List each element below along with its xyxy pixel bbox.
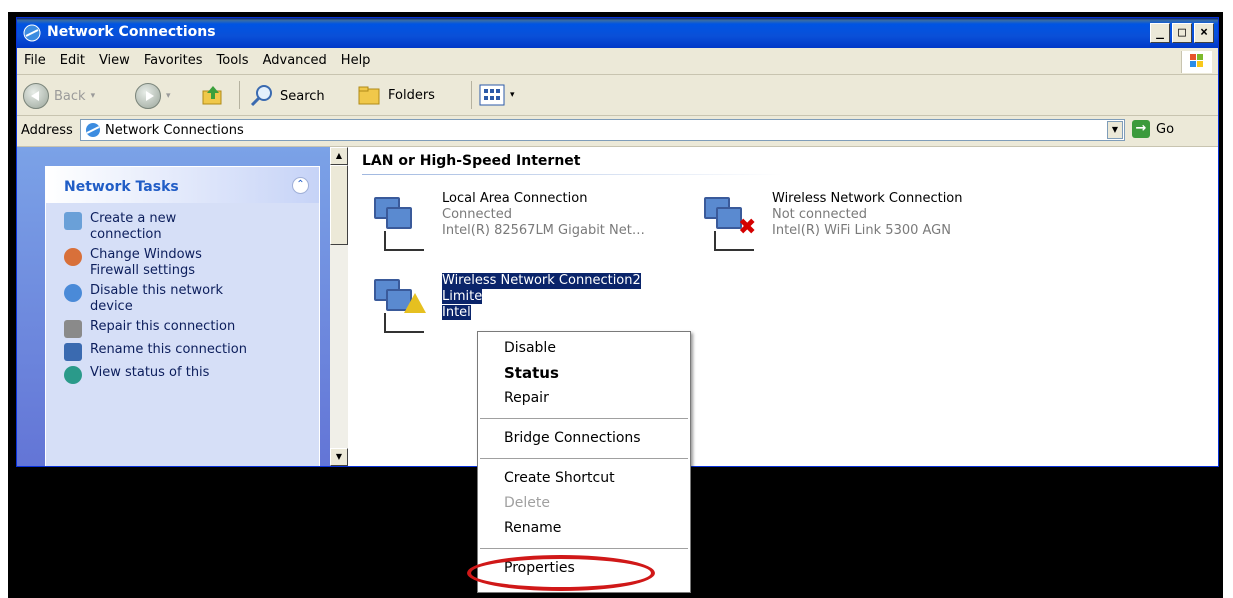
connection-status: Limite bbox=[442, 289, 483, 304]
menu-file[interactable]: File bbox=[17, 49, 53, 68]
close-button[interactable]: × bbox=[1194, 23, 1214, 43]
folders-button[interactable]: Folders bbox=[357, 83, 435, 107]
scroll-thumb[interactable] bbox=[330, 165, 348, 245]
task-label: View status of this bbox=[90, 365, 210, 380]
menu-item-create-shortcut[interactable]: Create Shortcut bbox=[504, 470, 615, 486]
firewall-icon bbox=[64, 248, 82, 266]
menu-item-delete: Delete bbox=[504, 495, 550, 511]
menu-item-bridge-connections[interactable]: Bridge Connections bbox=[504, 430, 641, 446]
back-button[interactable]: Back ▾ bbox=[23, 83, 95, 109]
connection-name: Wireless Network Connection2 bbox=[442, 273, 641, 289]
wireless-connection-limited-icon bbox=[370, 273, 432, 335]
task-firewall[interactable]: Change Windows Firewall settings bbox=[64, 247, 309, 279]
back-label: Back bbox=[54, 88, 86, 104]
menu-item-rename[interactable]: Rename bbox=[504, 520, 561, 536]
task-label: Repair this connection bbox=[90, 319, 236, 334]
menu-tools[interactable]: Tools bbox=[210, 49, 256, 68]
go-arrow-icon: → bbox=[1132, 120, 1150, 138]
search-button[interactable]: Search bbox=[249, 83, 325, 109]
back-arrow-icon bbox=[23, 83, 49, 109]
task-label: Create a new connection bbox=[90, 211, 177, 242]
connection-device: Intel(R) WiFi Link 5300 AGN bbox=[772, 223, 951, 238]
search-label: Search bbox=[280, 88, 325, 104]
go-button[interactable]: → Go bbox=[1132, 120, 1174, 138]
folders-label: Folders bbox=[388, 87, 435, 103]
view-status-icon bbox=[64, 366, 82, 384]
connection-status: Not connected bbox=[772, 207, 867, 222]
task-create-connection[interactable]: Create a new connection bbox=[64, 211, 309, 243]
connection-wireless[interactable]: ✖ Wireless Network Connection Not connec… bbox=[700, 191, 963, 253]
network-connections-icon bbox=[86, 123, 100, 137]
menu-edit[interactable]: Edit bbox=[53, 49, 92, 68]
connection-device: Intel(R) 82567LM Gigabit Net… bbox=[442, 223, 645, 238]
address-label: Address bbox=[21, 123, 73, 138]
window-title: Network Connections bbox=[47, 24, 216, 40]
menu-favorites[interactable]: Favorites bbox=[137, 49, 210, 68]
menu-item-repair[interactable]: Repair bbox=[504, 390, 549, 406]
connection-wireless-2[interactable]: Wireless Network Connection2 Limite Inte… bbox=[370, 273, 641, 335]
views-icon bbox=[479, 84, 505, 106]
maximize-button[interactable]: □ bbox=[1172, 23, 1192, 43]
task-pane: Network Tasks ⌃ Create a new connection … bbox=[17, 147, 330, 466]
network-tasks-panel: Network Tasks ⌃ Create a new connection … bbox=[45, 166, 320, 466]
disconnected-x-icon: ✖ bbox=[738, 215, 757, 240]
address-bar: Address Network Connections ▼ → Go bbox=[17, 116, 1218, 147]
task-label: Disable this network device bbox=[90, 283, 224, 314]
connection-name: Local Area Connection bbox=[442, 191, 588, 206]
minimize-button[interactable]: _ bbox=[1150, 23, 1170, 43]
repair-icon bbox=[64, 320, 82, 338]
highlight-ring bbox=[467, 555, 655, 591]
views-button[interactable]: ▾ bbox=[479, 83, 515, 107]
search-icon bbox=[250, 85, 272, 107]
windows-logo-icon bbox=[1181, 51, 1212, 73]
title-bar[interactable]: Network Connections _ □ × bbox=[17, 18, 1218, 48]
task-repair[interactable]: Repair this connection bbox=[64, 319, 309, 338]
menu-view[interactable]: View bbox=[92, 49, 137, 68]
connection-status: Connected bbox=[442, 207, 513, 222]
network-connections-icon bbox=[23, 24, 41, 42]
address-dropdown-button[interactable]: ▼ bbox=[1107, 121, 1123, 139]
connection-device: Intel bbox=[442, 305, 471, 320]
forward-arrow-icon bbox=[135, 83, 161, 109]
menu-item-disable[interactable]: Disable bbox=[504, 340, 556, 356]
network-tasks-header[interactable]: Network Tasks ⌃ bbox=[46, 167, 319, 203]
new-connection-icon bbox=[64, 212, 82, 230]
task-label: Change Windows Firewall settings bbox=[90, 247, 202, 278]
folders-icon bbox=[358, 86, 380, 105]
toolbar: Back ▾ ▾ Search Folders ▾ bbox=[17, 75, 1218, 116]
up-folder-button[interactable] bbox=[201, 83, 225, 107]
connection-name: Wireless Network Connection bbox=[772, 191, 963, 206]
task-rename[interactable]: Rename this connection bbox=[64, 342, 309, 361]
lan-connection-icon bbox=[370, 191, 432, 253]
up-folder-icon bbox=[202, 86, 222, 105]
network-tasks-title: Network Tasks bbox=[64, 179, 179, 195]
views-dropdown-icon: ▾ bbox=[510, 90, 515, 100]
menu-bar: File Edit View Favorites Tools Advanced Help bbox=[17, 49, 1218, 75]
menu-help[interactable]: Help bbox=[334, 49, 378, 68]
menu-item-status[interactable]: Status bbox=[504, 364, 559, 382]
rename-icon bbox=[64, 343, 82, 361]
warning-icon bbox=[404, 293, 426, 313]
address-input[interactable]: Network Connections ▼ bbox=[80, 119, 1125, 141]
task-label: Rename this connection bbox=[90, 342, 247, 357]
address-value: Network Connections bbox=[105, 123, 244, 138]
scroll-down-button[interactable]: ▼ bbox=[330, 448, 348, 466]
go-label: Go bbox=[1156, 121, 1175, 137]
context-menu: Disable Status Repair Bridge Connections… bbox=[477, 331, 691, 593]
task-view-status[interactable]: View status of this bbox=[64, 365, 309, 384]
disable-network-icon bbox=[64, 284, 82, 302]
menu-advanced[interactable]: Advanced bbox=[256, 49, 334, 68]
group-header: LAN or High-Speed Internet bbox=[362, 153, 581, 169]
wireless-connection-icon: ✖ bbox=[700, 191, 762, 253]
task-disable-device[interactable]: Disable this network device bbox=[64, 283, 309, 315]
connection-local-area[interactable]: Local Area Connection Connected Intel(R)… bbox=[370, 191, 645, 253]
collapse-icon[interactable]: ⌃ bbox=[292, 177, 309, 194]
scroll-up-button[interactable]: ▲ bbox=[330, 147, 348, 165]
vertical-scrollbar[interactable]: ▲ ▼ bbox=[330, 147, 348, 466]
forward-button[interactable]: ▾ bbox=[135, 83, 171, 109]
